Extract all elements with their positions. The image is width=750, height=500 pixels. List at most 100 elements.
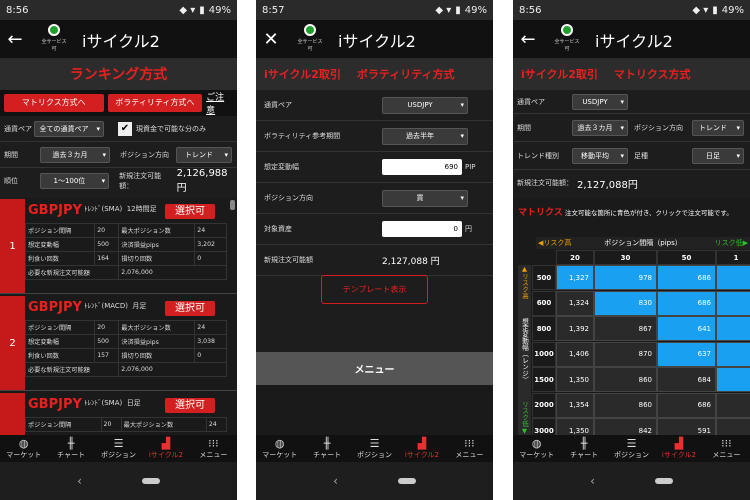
page-title: iサイクル2取引 ボラティリティ方式: [256, 58, 493, 90]
pair-select[interactable]: 全ての通貨ペア: [34, 120, 104, 137]
rank-number: 2: [0, 296, 25, 390]
matrix-cell[interactable]: 830: [594, 290, 657, 316]
period-select[interactable]: 過去３カ月: [40, 146, 110, 163]
tab-menu[interactable]: ⁝⁝⁝ メニュー: [190, 435, 237, 462]
matrix-cell[interactable]: [716, 265, 750, 290]
field-select[interactable]: 過去半年: [382, 127, 468, 145]
candle-type-select[interactable]: 日足: [692, 147, 744, 164]
select-button[interactable]: 選択可: [165, 204, 215, 219]
table-cell: 500: [94, 237, 120, 252]
strategy-meta: ﾄﾚﾝﾄﾞ(SMA) 12時間足: [84, 205, 157, 213]
column-header: 1: [716, 250, 750, 265]
service-status: 全サービス可: [553, 24, 581, 52]
tab-market[interactable]: ◍ マーケット: [0, 435, 47, 462]
rank-select[interactable]: 1〜100位: [39, 173, 110, 189]
back-arrow-icon[interactable]: ←: [513, 29, 543, 50]
status-bar: 8:56 ◆ ▾ ▮ 49%: [0, 0, 237, 20]
range-side-header: ▲リスク高 想定変動幅（レンジ） リスク低▼: [518, 265, 531, 435]
field-select[interactable]: USDJPY: [382, 96, 468, 114]
table-cell: 3,202: [194, 237, 227, 252]
matrix-cell[interactable]: [716, 367, 750, 392]
back-arrow-icon[interactable]: ←: [0, 29, 30, 50]
available-funds-checkbox-label: 現資金で可能な分のみ: [136, 124, 206, 133]
tab-menu[interactable]: ⁝⁝⁝ メニュー: [703, 435, 750, 462]
tab-icycle2[interactable]: ▟ iサイクル2: [142, 435, 189, 462]
ranking-card[interactable]: 1 GBPJPY ﾄﾚﾝﾄﾞ(SMA) 12時間足 選択可 ポジション間隔 20 最大ポジシ…: [0, 199, 237, 294]
row-header: 1000: [532, 341, 556, 367]
close-icon[interactable]: ✕: [256, 29, 286, 50]
scrollbar[interactable]: [230, 200, 235, 210]
rank-number: 1: [0, 199, 25, 293]
grid-menu-icon: ⁝⁝⁝: [721, 437, 732, 450]
matrix-cell: 686: [657, 392, 716, 418]
trend-type-select[interactable]: 移動平均: [572, 147, 628, 164]
nav-back-icon[interactable]: ‹: [77, 474, 82, 488]
tab-market[interactable]: ◍ マーケット: [256, 435, 303, 462]
nav-back-icon[interactable]: ‹: [590, 474, 595, 488]
matrix-cell: 860: [594, 367, 657, 392]
tab-icycle2[interactable]: ▟ iサイクル2: [655, 435, 702, 462]
field-input[interactable]: 0: [382, 221, 462, 237]
checkbox-icon[interactable]: ✔: [118, 121, 132, 136]
matrix-cell[interactable]: 1,327: [556, 265, 594, 290]
table-cell: 決済損益pips: [118, 334, 196, 349]
field-select[interactable]: 買: [382, 189, 468, 207]
matrix-cell[interactable]: 641: [657, 316, 716, 341]
pair-select[interactable]: USDJPY: [572, 93, 628, 110]
form-row: ポジション方向 買: [256, 183, 493, 214]
tab-chart[interactable]: ╫ チャート: [303, 435, 350, 462]
table-cell: 決済損益pips: [118, 237, 196, 252]
tab-position[interactable]: ☰ ポジション: [95, 435, 142, 462]
globe-icon: ◍: [274, 437, 285, 450]
select-button[interactable]: 選択可: [165, 398, 215, 413]
tab-chart[interactable]: ╫ チャート: [560, 435, 607, 462]
candlestick-icon: ╫: [323, 437, 331, 450]
tab-chart[interactable]: ╫ チャート: [47, 435, 94, 462]
matrix-cell[interactable]: 686: [657, 265, 716, 290]
battery-icon: ▮: [199, 4, 205, 16]
field-input[interactable]: 690: [382, 159, 462, 175]
matrix-cell[interactable]: [716, 341, 750, 367]
matrix-cell[interactable]: 637: [657, 341, 716, 367]
template-display-button[interactable]: テンプレート表示: [321, 275, 428, 304]
matrix-cell[interactable]: [716, 316, 750, 341]
form-row: 想定変動幅 690 PIP: [256, 152, 493, 183]
matrix-cell[interactable]: 686: [657, 290, 716, 316]
matrix-cell: 1,392: [556, 316, 594, 341]
direction-select[interactable]: トレンド: [692, 119, 744, 136]
table-cell: 0: [194, 348, 227, 363]
nav-home-icon[interactable]: [397, 478, 416, 484]
field-value: 2,127,088 円: [382, 256, 440, 267]
select-button[interactable]: 選択可: [165, 301, 215, 316]
page-title: iサイクル2取引 マトリクス方式: [513, 58, 750, 90]
list-icon: ☰: [369, 437, 380, 450]
grid-menu-icon: ⁝⁝⁝: [464, 437, 475, 450]
caution-link[interactable]: ご注意: [206, 90, 233, 116]
tab-icycle2[interactable]: ▟ iサイクル2: [398, 435, 445, 462]
period-select[interactable]: 過去３カ月: [572, 119, 628, 136]
row-header: 1500: [532, 367, 556, 392]
table-cell: ポジション間隔: [24, 223, 96, 238]
tab-market[interactable]: ◍ マーケット: [513, 435, 560, 462]
matrix-mode-button[interactable]: マトリクス方式へ: [4, 94, 104, 112]
menu-button[interactable]: メニュー: [256, 352, 493, 385]
matrix-cell[interactable]: 978: [594, 265, 657, 290]
nav-home-icon[interactable]: [654, 478, 673, 484]
candlestick-icon: ╫: [67, 437, 75, 450]
table-cell: 24: [205, 417, 228, 432]
direction-select[interactable]: トレンド: [176, 146, 232, 163]
matrix-cell[interactable]: [716, 290, 750, 316]
field-label: ポジション方向: [264, 194, 313, 202]
tab-position[interactable]: ☰ ポジション: [351, 435, 398, 462]
field-label: ボラティリティ参考期間: [264, 132, 341, 140]
nav-home-icon[interactable]: [141, 478, 160, 484]
tab-menu[interactable]: ⁝⁝⁝ メニュー: [446, 435, 493, 462]
ranking-card[interactable]: 2 GBPJPY ﾄﾚﾝﾄﾞ(MACD) 月足 選択可 ポジション間隔 20 最大ポジション…: [0, 296, 237, 391]
table-cell: 必要な新規注文可能額: [24, 362, 120, 377]
table-cell: ポジション間隔: [25, 417, 102, 432]
volatility-mode-button[interactable]: ボラティリティ方式へ: [107, 94, 203, 112]
table-cell: 20: [94, 223, 120, 238]
tab-position[interactable]: ☰ ポジション: [608, 435, 655, 462]
nav-back-icon[interactable]: ‹: [333, 474, 338, 488]
field-unit: PIP: [465, 163, 476, 171]
